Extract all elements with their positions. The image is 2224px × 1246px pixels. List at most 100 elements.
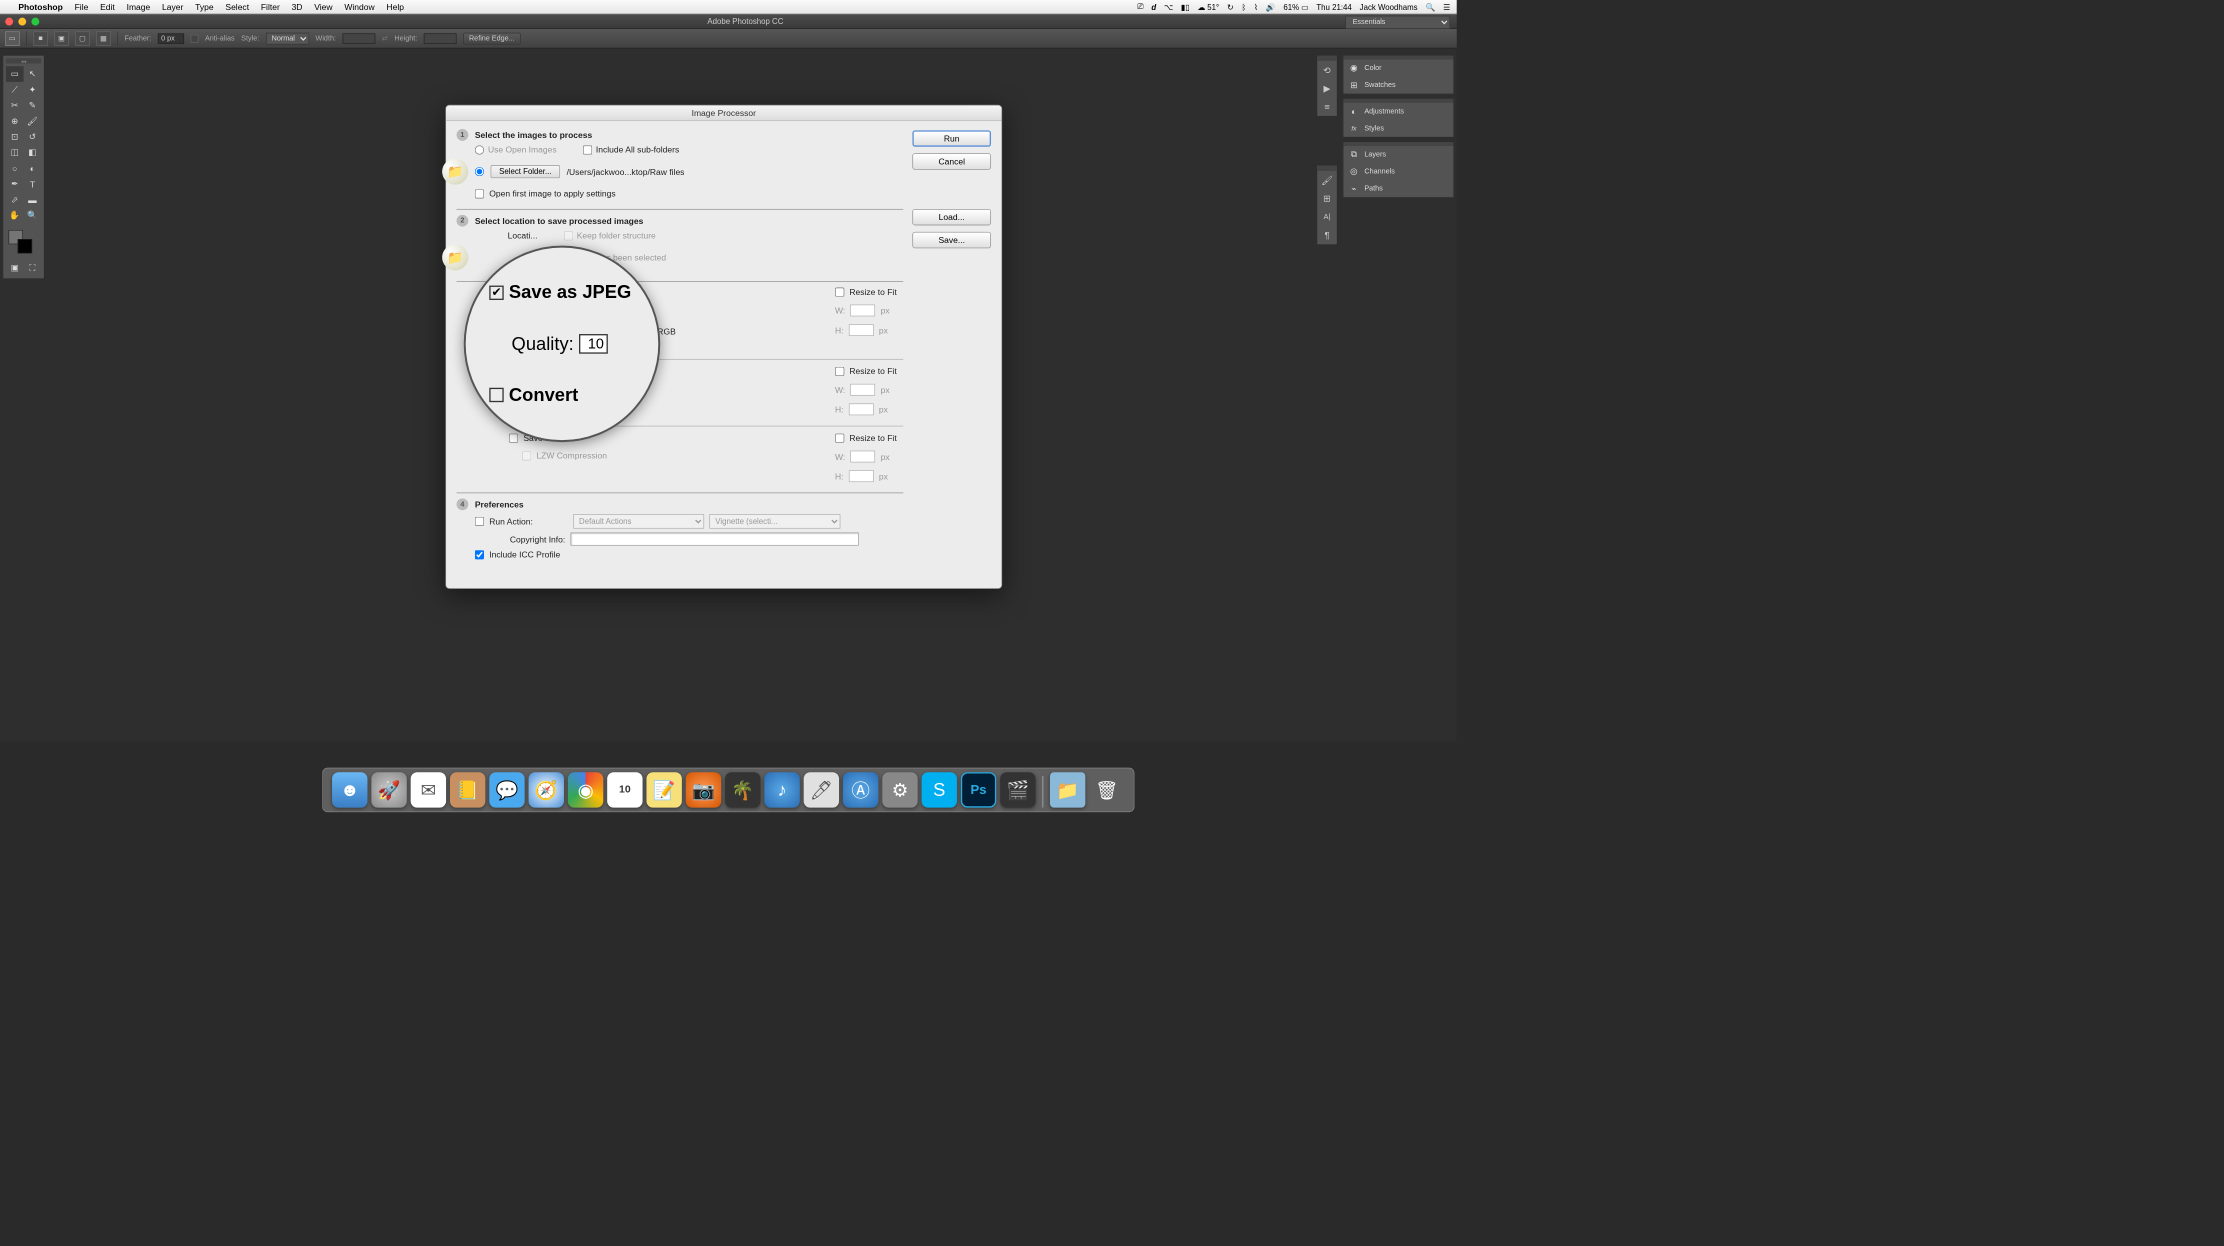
subtract-selection-icon[interactable]: ▢ xyxy=(75,31,89,45)
gradient-tool-icon[interactable]: ◧ xyxy=(24,145,42,161)
panel-handle[interactable]: ◂◂ xyxy=(6,58,41,63)
panel-layers[interactable]: ⧉Layers xyxy=(1343,146,1453,163)
status-clock[interactable]: Thu 21:44 xyxy=(1316,2,1351,11)
menu-window[interactable]: Window xyxy=(344,2,374,12)
cancel-button[interactable]: Cancel xyxy=(912,153,991,169)
zoom-tool-icon[interactable]: 🔍 xyxy=(24,208,42,224)
itunes-icon[interactable]: ♪ xyxy=(764,772,799,807)
status-battery[interactable]: 61% ▭ xyxy=(1283,2,1308,11)
chrome-icon[interactable]: ◉ xyxy=(568,772,603,807)
mac-menubar[interactable]: Photoshop File Edit Image Layer Type Sel… xyxy=(0,0,1457,14)
properties-icon[interactable]: ≡ xyxy=(1317,98,1337,116)
imovie-icon[interactable]: 🎬 xyxy=(1000,772,1035,807)
mail-icon[interactable]: ✉ xyxy=(411,772,446,807)
tool-preset-icon[interactable]: ▭ xyxy=(5,31,19,45)
add-selection-icon[interactable]: ▣ xyxy=(54,31,68,45)
shape-tool-icon[interactable]: ▬ xyxy=(24,192,42,208)
color-swatches[interactable] xyxy=(6,230,41,256)
maximize-button[interactable] xyxy=(31,17,39,25)
psd-w-input[interactable] xyxy=(850,384,875,396)
status-d-icon[interactable]: d xyxy=(1151,2,1156,11)
save-tiff-checkbox[interactable] xyxy=(509,433,518,442)
menu-type[interactable]: Type xyxy=(195,2,213,12)
lasso-tool-icon[interactable]: ⟋ xyxy=(6,82,24,98)
save-button[interactable]: Save... xyxy=(912,232,991,248)
healing-tool-icon[interactable]: ⊕ xyxy=(6,113,24,129)
menu-layer[interactable]: Layer xyxy=(162,2,183,12)
menu-select[interactable]: Select xyxy=(225,2,249,12)
eyedropper-tool-icon[interactable]: ✎ xyxy=(24,98,42,114)
messages-icon[interactable]: 💬 xyxy=(489,772,524,807)
panel-styles[interactable]: fxStyles xyxy=(1343,120,1453,137)
marquee-tool-icon[interactable]: ▭ xyxy=(6,66,24,82)
quickmask-tool-icon[interactable]: ▣ xyxy=(6,260,24,276)
screenmode-tool-icon[interactable]: ⛶ xyxy=(24,260,42,276)
finder-icon[interactable]: ☻ xyxy=(332,772,367,807)
include-icc-checkbox[interactable] xyxy=(475,550,484,559)
jpeg-w-input[interactable] xyxy=(850,305,875,317)
intersect-selection-icon[interactable]: ▦ xyxy=(96,31,110,45)
magic-wand-tool-icon[interactable]: ✦ xyxy=(24,82,42,98)
path-select-tool-icon[interactable]: ⬀ xyxy=(6,192,24,208)
status-battery-graphic-icon[interactable]: ▮▯ xyxy=(1181,2,1190,11)
menu-edit[interactable]: Edit xyxy=(100,2,115,12)
tiff-resize-checkbox[interactable] xyxy=(835,433,844,442)
status-screencast-icon[interactable]: ⎚ xyxy=(1137,2,1143,12)
include-subfolders-checkbox[interactable] xyxy=(583,145,592,154)
skype-icon[interactable]: S xyxy=(922,772,957,807)
panel-adjustments[interactable]: ◐Adjustments xyxy=(1343,103,1453,120)
menu-file[interactable]: File xyxy=(75,2,89,12)
actions-icon[interactable]: ▶ xyxy=(1317,79,1337,97)
photoshop-icon[interactable]: Ps xyxy=(961,772,996,807)
jpeg-resize-checkbox[interactable] xyxy=(835,287,844,296)
safari-icon[interactable]: 🧭 xyxy=(529,772,564,807)
spotlight-icon[interactable]: 🔍 xyxy=(1425,2,1435,11)
run-button[interactable]: Run xyxy=(912,130,991,146)
stamp-tool-icon[interactable]: ⊡ xyxy=(6,129,24,145)
load-button[interactable]: Load... xyxy=(912,209,991,225)
contacts-icon[interactable]: 📒 xyxy=(450,772,485,807)
itools-icon[interactable]: 🖊 xyxy=(804,772,839,807)
character-panel-icon[interactable]: A| xyxy=(1317,208,1337,226)
psd-h-input[interactable] xyxy=(849,403,874,415)
brushpresets-icon[interactable]: ⊞ xyxy=(1317,189,1337,207)
crop-tool-icon[interactable]: ✂ xyxy=(6,98,24,114)
action-name-select[interactable]: Vignette (selecti... xyxy=(709,514,840,528)
status-bluetooth-icon[interactable]: ᛒ xyxy=(1241,2,1246,11)
move-tool-icon[interactable]: ↖ xyxy=(24,66,42,82)
downloads-folder-icon[interactable]: 📁 xyxy=(1050,772,1085,807)
background-color[interactable] xyxy=(18,239,32,253)
sysprefs-icon[interactable]: ⚙ xyxy=(882,772,917,807)
dodge-tool-icon[interactable]: ◐ xyxy=(24,160,42,176)
status-volume-icon[interactable]: 🔊 xyxy=(1266,2,1276,11)
panel-swatches[interactable]: ⊞Swatches xyxy=(1343,77,1453,94)
select-folder-radio[interactable] xyxy=(475,167,484,176)
blur-tool-icon[interactable]: ○ xyxy=(6,160,24,176)
menu-image[interactable]: Image xyxy=(127,2,151,12)
brush-tool-icon[interactable]: 🖌 xyxy=(24,113,42,129)
new-selection-icon[interactable]: ■ xyxy=(33,31,47,45)
eraser-tool-icon[interactable]: ◫ xyxy=(6,145,24,161)
hand-tool-icon[interactable]: ✋ xyxy=(6,208,24,224)
status-user[interactable]: Jack Woodhams xyxy=(1360,2,1418,11)
status-temp[interactable]: ☁ 51° xyxy=(1197,2,1219,11)
style-select[interactable]: Normal xyxy=(266,32,309,44)
status-display-icon[interactable]: ⌥ xyxy=(1164,2,1173,11)
tiff-h-input[interactable] xyxy=(849,470,874,482)
tiff-w-input[interactable] xyxy=(850,451,875,463)
workspace-select[interactable]: Essentials xyxy=(1345,16,1450,29)
pen-tool-icon[interactable]: ✒ xyxy=(6,176,24,192)
type-tool-icon[interactable]: T xyxy=(24,176,42,192)
close-button[interactable] xyxy=(5,17,13,25)
history-brush-tool-icon[interactable]: ↺ xyxy=(24,129,42,145)
brush-panel-icon[interactable]: 🖌 xyxy=(1317,171,1337,189)
paragraph-panel-icon[interactable]: ¶ xyxy=(1317,226,1337,244)
panel-channels[interactable]: ◎Channels xyxy=(1343,163,1453,180)
refine-edge-button[interactable]: Refine Edge... xyxy=(463,32,520,44)
menu-view[interactable]: View xyxy=(314,2,332,12)
open-first-image-checkbox[interactable] xyxy=(475,189,484,198)
photobooth-icon[interactable]: 📷 xyxy=(686,772,721,807)
menu-filter[interactable]: Filter xyxy=(261,2,280,12)
run-action-checkbox[interactable] xyxy=(475,517,484,526)
status-wifi-icon[interactable]: ⌇ xyxy=(1254,2,1258,11)
